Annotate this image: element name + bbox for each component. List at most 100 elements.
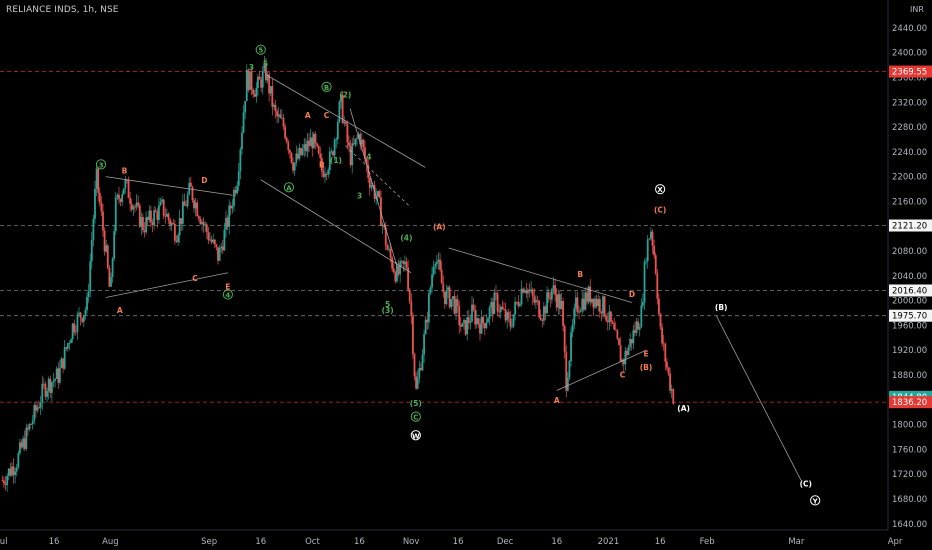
candle-body — [25, 427, 28, 449]
wave-label: W — [412, 432, 420, 440]
candle-body — [421, 354, 424, 371]
candle-body — [437, 259, 440, 262]
wave-label: (4) — [400, 234, 412, 243]
y-tick-label: 2440.00 — [892, 24, 927, 34]
candle-body — [579, 310, 582, 313]
candle-body — [461, 323, 464, 327]
candle-body — [496, 293, 499, 312]
candle-body — [514, 302, 517, 315]
candle-body — [432, 266, 435, 275]
wave-label: (C) — [800, 480, 812, 489]
candle-body — [282, 117, 285, 127]
candle-body — [571, 324, 574, 333]
candle-body — [129, 198, 132, 204]
candle-body — [459, 325, 462, 327]
y-tick-label: 1680.00 — [892, 495, 927, 505]
candle-body — [654, 255, 657, 274]
candle-body — [158, 205, 160, 220]
candle-body — [634, 330, 636, 333]
wave-label: 3 — [357, 191, 362, 200]
wave-label: A — [554, 396, 560, 405]
candle-body — [618, 338, 620, 345]
candle-body — [44, 384, 47, 397]
candle-body — [519, 304, 521, 306]
candle-body — [20, 442, 23, 448]
candle-body — [90, 240, 93, 262]
candle-body — [223, 229, 226, 251]
candle-body — [87, 291, 90, 297]
candle-body — [662, 343, 665, 345]
trendline — [260, 179, 412, 274]
candle-body — [260, 79, 263, 88]
candle-body — [258, 76, 261, 80]
candle-body — [557, 294, 560, 308]
candle-body — [336, 122, 339, 139]
candle-body — [439, 259, 441, 270]
candle-body — [28, 424, 31, 430]
candle-body — [517, 302, 520, 306]
candle-body — [404, 261, 406, 264]
candle-body — [221, 246, 224, 251]
candle-body — [225, 217, 227, 230]
candle-body — [606, 320, 609, 323]
candle-body — [180, 218, 183, 224]
candle-body — [498, 311, 501, 313]
candle-body — [161, 199, 163, 202]
candle-body — [408, 289, 411, 302]
price-chart[interactable]: 1640.001680.001720.001760.001800.001840.… — [0, 0, 932, 550]
candle-body — [19, 442, 21, 454]
candle-body — [242, 112, 245, 133]
candle-body — [472, 304, 475, 310]
wave-label: C — [620, 371, 626, 380]
candle-body — [547, 292, 550, 298]
candle-body — [589, 286, 592, 303]
candle-body — [360, 139, 363, 145]
candle-body — [542, 306, 545, 321]
candle-body — [309, 137, 312, 147]
candle-body — [512, 314, 515, 327]
candle-body — [653, 245, 656, 256]
y-tick-label: 2400.00 — [892, 49, 927, 59]
candle-body — [154, 210, 157, 212]
candle-body — [645, 261, 648, 262]
candle-body — [314, 133, 317, 144]
candle-body — [186, 194, 189, 207]
candle-body — [581, 298, 584, 311]
candle-body — [271, 86, 274, 107]
candle-body — [443, 291, 446, 304]
candle-body — [300, 147, 302, 155]
candle-body — [249, 71, 251, 90]
candle-body — [410, 301, 413, 316]
candle-body — [142, 216, 144, 231]
candle-body — [536, 299, 539, 301]
candle-body — [475, 318, 478, 325]
candle-body — [541, 319, 544, 321]
candle-body — [279, 114, 282, 118]
candle-body — [638, 327, 641, 330]
candle-body — [175, 240, 178, 243]
candle-body — [396, 265, 398, 282]
wave-label: X — [657, 186, 663, 194]
candle-body — [122, 188, 125, 195]
candle-body — [386, 245, 389, 250]
candle-body — [165, 213, 168, 217]
candle-body — [324, 173, 326, 177]
candle-body — [217, 247, 219, 261]
candle-body — [130, 203, 133, 210]
candle-body — [170, 223, 173, 226]
candle-body — [535, 299, 537, 303]
candle-body — [3, 480, 5, 484]
candle-body — [356, 138, 358, 139]
candle-body — [411, 315, 414, 355]
candle-body — [515, 302, 518, 303]
candle-body — [587, 286, 590, 302]
candle-body — [391, 257, 394, 269]
candle-body — [66, 343, 69, 349]
candle-body — [648, 238, 651, 240]
candle-body — [27, 427, 29, 430]
candle-body — [71, 323, 74, 340]
candle-body — [332, 151, 334, 156]
candle-body — [231, 206, 234, 209]
candle-body — [15, 467, 18, 472]
candle-body — [458, 305, 461, 326]
